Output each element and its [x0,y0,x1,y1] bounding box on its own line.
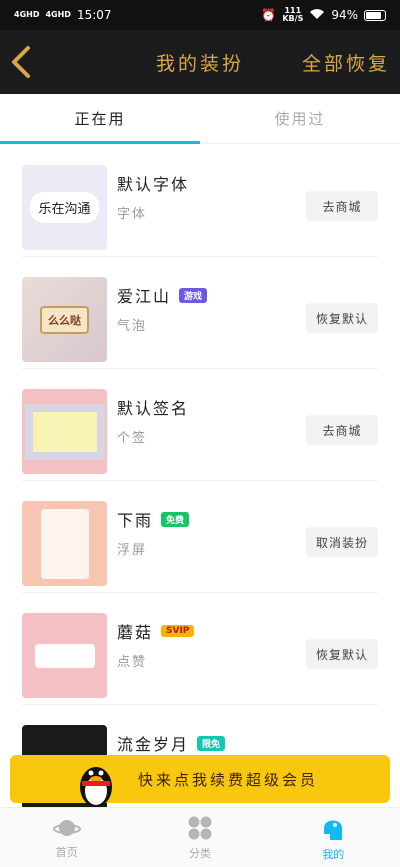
status-left: 4GHD 4GHD 15:07 [14,8,112,22]
restore-all-button[interactable]: 全部恢复 [302,49,390,76]
font-thumbnail[interactable]: 乐在沟通 [22,165,107,250]
item-name: 蘑菇 [117,623,154,642]
bubble-thumbnail[interactable]: 么么哒 [22,277,107,362]
item-name: 爱江山 [117,287,172,306]
signal-2: 4GHD [45,10,71,19]
tab-used[interactable]: 使用过 [200,94,400,143]
name-row: 爱江山 游戏 [117,283,208,307]
nav-home-label: 首页 [55,845,78,859]
list-item: 下雨 免费 浮屏 取消装扮 [22,481,378,593]
tab-bar: 正在用 使用过 [0,94,400,144]
item-category: 气泡 [117,319,148,334]
item-name: 默认签名 [117,399,190,418]
phone-shape [40,508,89,579]
name-row: 默认字体 [117,171,189,195]
item-category: 字体 [117,207,148,222]
bottom-nav: 首页 分类 我的 [0,807,400,867]
name-row: 流金岁月 限免 [117,731,226,755]
thumb-text: 乐在沟通 [30,192,99,223]
alarm-icon: ⏰ [261,8,277,22]
profile-icon [324,820,343,840]
like-thumbnail[interactable] [22,613,107,698]
nav-category-label: 分类 [188,846,211,860]
list-item: 么么哒 爱江山 游戏 气泡 恢复默认 [22,257,378,369]
go-store-button[interactable]: 去商城 [306,191,378,221]
item-category: 浮屏 [117,543,148,558]
go-store-button[interactable]: 去商城 [306,415,378,445]
svip-badge: SVIP [161,625,195,637]
signal-1: 4GHD [14,10,40,19]
status-right: ⏰ 111 KB/S 94% [261,7,386,23]
list-item: 默认签名 个签 去商城 [22,369,378,481]
planet-icon [52,819,81,836]
restore-default-button[interactable]: 恢复默认 [306,303,378,333]
item-name: 流金岁月 [117,735,190,754]
penguin-icon [74,757,118,809]
name-row: 默认签名 [117,395,189,419]
battery-icon [364,9,386,21]
name-row: 蘑菇 SVIP [117,619,195,643]
item-category: 点赞 [117,655,148,670]
tab-in-use[interactable]: 正在用 [0,94,200,144]
game-badge: 游戏 [179,287,208,303]
list-item: 蘑菇 SVIP 点赞 恢复默认 [22,593,378,705]
nav-home[interactable]: 首页 [0,808,133,867]
wifi-icon [309,8,325,23]
vip-banner-text: 快来点我续费超级会员 [138,770,319,789]
item-name: 下雨 [117,511,154,530]
thumb-text: 么么哒 [40,305,89,334]
vip-renew-banner[interactable]: 快来点我续费超级会员 [10,755,390,807]
rain-thumbnail[interactable] [22,501,107,586]
grid-icon [188,816,212,839]
nav-mine[interactable]: 我的 [267,808,400,867]
decoration-list: 乐在沟通 默认字体 字体 去商城 么么哒 爱江山 游戏 气泡 恢复默认 默认签名… [0,145,400,817]
free-badge: 免费 [161,511,190,527]
signature-thumbnail[interactable] [22,389,107,474]
name-row: 下雨 免费 [117,507,190,531]
status-time: 15:07 [76,8,112,22]
header: 我的装扮 全部恢复 [0,30,400,94]
item-name: 默认字体 [117,175,190,194]
data-rate: 111 KB/S [282,6,304,23]
restore-default-button[interactable]: 恢复默认 [306,639,378,669]
cancel-decoration-button[interactable]: 取消装扮 [306,527,378,557]
note-shape [32,411,97,452]
battery-percent: 94% [331,8,358,22]
nav-category[interactable]: 分类 [133,808,266,867]
list-item: 乐在沟通 默认字体 字体 去商城 [22,145,378,257]
item-category: 个签 [117,431,148,446]
card-shape [34,643,95,668]
status-bar: 4GHD 4GHD 15:07 ⏰ 111 KB/S 94% [0,0,400,30]
nav-mine-label: 我的 [322,847,345,861]
limited-free-badge: 限免 [197,735,226,751]
